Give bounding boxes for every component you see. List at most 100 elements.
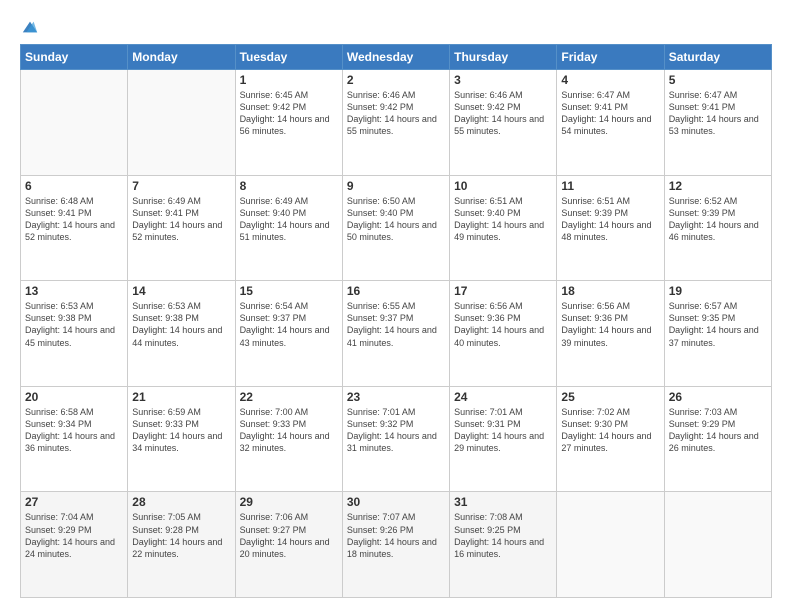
day-info: Sunrise: 6:46 AM Sunset: 9:42 PM Dayligh… [454,89,552,138]
day-info: Sunrise: 6:47 AM Sunset: 9:41 PM Dayligh… [561,89,659,138]
day-number: 29 [240,495,338,509]
calendar-week-row: 6Sunrise: 6:48 AM Sunset: 9:41 PM Daylig… [21,175,772,281]
day-info: Sunrise: 7:05 AM Sunset: 9:28 PM Dayligh… [132,511,230,560]
day-info: Sunrise: 6:56 AM Sunset: 9:36 PM Dayligh… [454,300,552,349]
calendar-day-cell: 6Sunrise: 6:48 AM Sunset: 9:41 PM Daylig… [21,175,128,281]
calendar-day-cell: 29 Sunrise: 7:06 AM Sunset: 9:27 PM Dayli… [235,492,342,598]
day-info: Sunrise: 7:01 AM Sunset: 9:32 PM Dayligh… [347,406,445,455]
calendar-day-cell: 2 Sunrise: 6:46 AM Sunset: 9:42 PM Daylig… [342,70,449,176]
calendar-day-cell: 26 Sunrise: 7:03 AM Sunset: 9:29 PM Dayli… [664,386,771,492]
day-number: 9 [347,179,445,193]
day-number: 19 [669,284,767,298]
day-number: 30 [347,495,445,509]
calendar-day-cell [664,492,771,598]
day-number: 2 [347,73,445,87]
calendar-day-cell: 3 Sunrise: 6:46 AM Sunset: 9:42 PM Daylig… [450,70,557,176]
calendar-day-cell [21,70,128,176]
calendar-day-cell: 11Sunrise: 6:51 AM Sunset: 9:39 PM Dayli… [557,175,664,281]
day-info: Sunrise: 6:51 AM Sunset: 9:40 PM Dayligh… [454,195,552,244]
calendar-day-cell: 23 Sunrise: 7:01 AM Sunset: 9:32 PM Dayli… [342,386,449,492]
calendar-table: SundayMondayTuesdayWednesdayThursdayFrid… [20,44,772,598]
day-number: 26 [669,390,767,404]
calendar-day-cell: 9 Sunrise: 6:50 AM Sunset: 9:40 PM Daylig… [342,175,449,281]
day-number: 25 [561,390,659,404]
calendar-day-cell: 25 Sunrise: 7:02 AM Sunset: 9:30 PM Dayli… [557,386,664,492]
day-number: 10 [454,179,552,193]
calendar-header-cell: Friday [557,45,664,70]
day-info: Sunrise: 7:00 AM Sunset: 9:33 PM Dayligh… [240,406,338,455]
day-number: 4 [561,73,659,87]
day-info: Sunrise: 6:53 AM Sunset: 9:38 PM Dayligh… [25,300,123,349]
day-number: 5 [669,73,767,87]
day-info: Sunrise: 6:49 AM Sunset: 9:40 PM Dayligh… [240,195,338,244]
calendar-day-cell: 27 Sunrise: 7:04 AM Sunset: 9:29 PM Dayli… [21,492,128,598]
day-number: 1 [240,73,338,87]
day-number: 27 [25,495,123,509]
day-number: 8 [240,179,338,193]
calendar-header-cell: Tuesday [235,45,342,70]
day-info: Sunrise: 6:53 AM Sunset: 9:38 PM Dayligh… [132,300,230,349]
day-number: 31 [454,495,552,509]
day-info: Sunrise: 6:47 AM Sunset: 9:41 PM Dayligh… [669,89,767,138]
calendar-day-cell [557,492,664,598]
calendar-day-cell: 8 Sunrise: 6:49 AM Sunset: 9:40 PM Daylig… [235,175,342,281]
calendar-header-cell: Saturday [664,45,771,70]
calendar-header-cell: Thursday [450,45,557,70]
day-info: Sunrise: 6:55 AM Sunset: 9:37 PM Dayligh… [347,300,445,349]
day-number: 12 [669,179,767,193]
day-number: 18 [561,284,659,298]
day-info: Sunrise: 7:06 AM Sunset: 9:27 PM Dayligh… [240,511,338,560]
calendar-day-cell: 19Sunrise: 6:57 AM Sunset: 9:35 PM Dayli… [664,281,771,387]
day-number: 20 [25,390,123,404]
calendar-header-cell: Sunday [21,45,128,70]
day-info: Sunrise: 6:52 AM Sunset: 9:39 PM Dayligh… [669,195,767,244]
calendar-day-cell: 16 Sunrise: 6:55 AM Sunset: 9:37 PM Dayli… [342,281,449,387]
logo-icon [21,18,39,36]
calendar-header-cell: Monday [128,45,235,70]
calendar-week-row: 20 Sunrise: 6:58 AM Sunset: 9:34 PM Dayli… [21,386,772,492]
calendar-day-cell: 21 Sunrise: 6:59 AM Sunset: 9:33 PM Dayli… [128,386,235,492]
day-number: 23 [347,390,445,404]
calendar-day-cell: 7 Sunrise: 6:49 AM Sunset: 9:41 PM Daylig… [128,175,235,281]
calendar-day-cell: 14 Sunrise: 6:53 AM Sunset: 9:38 PM Dayli… [128,281,235,387]
day-number: 22 [240,390,338,404]
calendar-week-row: 13 Sunrise: 6:53 AM Sunset: 9:38 PM Dayli… [21,281,772,387]
day-info: Sunrise: 6:56 AM Sunset: 9:36 PM Dayligh… [561,300,659,349]
day-number: 6 [25,179,123,193]
calendar-day-cell: 4 Sunrise: 6:47 AM Sunset: 9:41 PM Daylig… [557,70,664,176]
calendar-day-cell: 22 Sunrise: 7:00 AM Sunset: 9:33 PM Dayli… [235,386,342,492]
day-number: 14 [132,284,230,298]
day-number: 24 [454,390,552,404]
calendar-day-cell: 13 Sunrise: 6:53 AM Sunset: 9:38 PM Dayli… [21,281,128,387]
day-info: Sunrise: 6:59 AM Sunset: 9:33 PM Dayligh… [132,406,230,455]
calendar-day-cell: 12 Sunrise: 6:52 AM Sunset: 9:39 PM Dayli… [664,175,771,281]
calendar-day-cell: 28Sunrise: 7:05 AM Sunset: 9:28 PM Dayli… [128,492,235,598]
calendar-day-cell [128,70,235,176]
day-info: Sunrise: 7:07 AM Sunset: 9:26 PM Dayligh… [347,511,445,560]
day-number: 13 [25,284,123,298]
calendar-day-cell: 31Sunrise: 7:08 AM Sunset: 9:25 PM Dayli… [450,492,557,598]
header [20,18,772,36]
day-number: 3 [454,73,552,87]
day-info: Sunrise: 6:51 AM Sunset: 9:39 PM Dayligh… [561,195,659,244]
day-info: Sunrise: 6:46 AM Sunset: 9:42 PM Dayligh… [347,89,445,138]
calendar-week-row: 1Sunrise: 6:45 AM Sunset: 9:42 PM Daylig… [21,70,772,176]
calendar-day-cell: 20 Sunrise: 6:58 AM Sunset: 9:34 PM Dayli… [21,386,128,492]
calendar-header-cell: Wednesday [342,45,449,70]
day-info: Sunrise: 7:02 AM Sunset: 9:30 PM Dayligh… [561,406,659,455]
calendar-day-cell: 18 Sunrise: 6:56 AM Sunset: 9:36 PM Dayli… [557,281,664,387]
day-info: Sunrise: 7:03 AM Sunset: 9:29 PM Dayligh… [669,406,767,455]
day-info: Sunrise: 6:50 AM Sunset: 9:40 PM Dayligh… [347,195,445,244]
page: SundayMondayTuesdayWednesdayThursdayFrid… [0,0,792,612]
calendar-day-cell: 17Sunrise: 6:56 AM Sunset: 9:36 PM Dayli… [450,281,557,387]
calendar-day-cell: 30 Sunrise: 7:07 AM Sunset: 9:26 PM Dayli… [342,492,449,598]
day-number: 21 [132,390,230,404]
day-info: Sunrise: 6:54 AM Sunset: 9:37 PM Dayligh… [240,300,338,349]
day-info: Sunrise: 7:04 AM Sunset: 9:29 PM Dayligh… [25,511,123,560]
calendar-day-cell: 1Sunrise: 6:45 AM Sunset: 9:42 PM Daylig… [235,70,342,176]
day-info: Sunrise: 6:49 AM Sunset: 9:41 PM Dayligh… [132,195,230,244]
day-number: 7 [132,179,230,193]
day-info: Sunrise: 6:58 AM Sunset: 9:34 PM Dayligh… [25,406,123,455]
calendar-day-cell: 24Sunrise: 7:01 AM Sunset: 9:31 PM Dayli… [450,386,557,492]
day-number: 16 [347,284,445,298]
